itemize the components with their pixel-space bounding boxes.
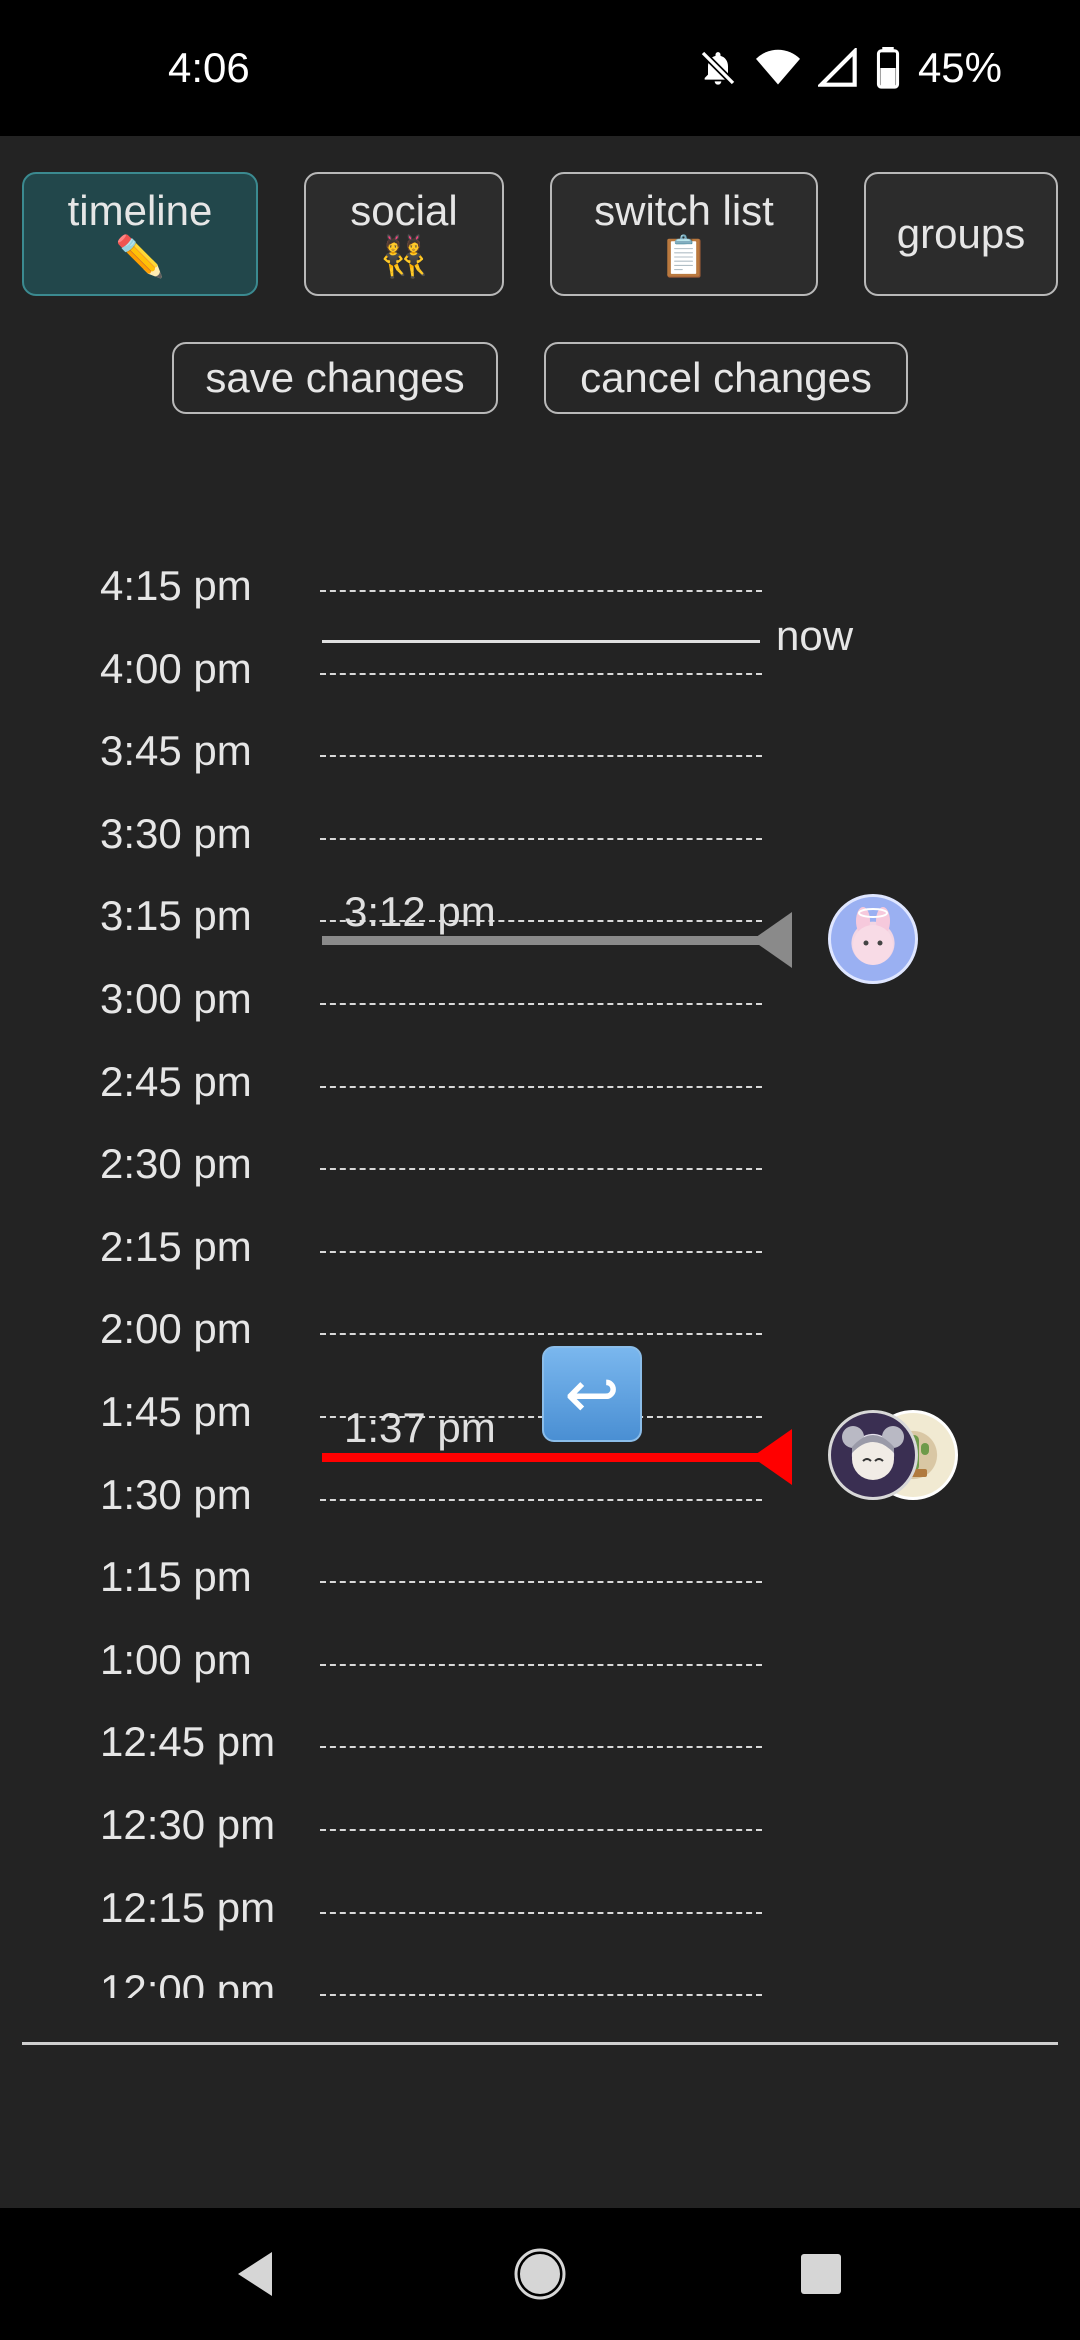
tick-label: 3:30 pm xyxy=(100,810,252,857)
bunny-avatar[interactable] xyxy=(828,894,918,984)
tick-label: 12:30 pm xyxy=(100,1801,276,1848)
switch-line-2[interactable] xyxy=(322,1453,762,1462)
now-label: now xyxy=(776,612,854,659)
tick-label: 1:30 pm xyxy=(100,1471,252,1518)
tick-gridline xyxy=(320,1333,762,1335)
tick-gridline xyxy=(320,673,762,675)
switch-arrow-1 xyxy=(752,912,792,968)
tick-label: 3:45 pm xyxy=(100,727,252,774)
tick-gridline xyxy=(320,1168,762,1170)
switch-arrow-2 xyxy=(752,1429,792,1485)
tick-gridline xyxy=(320,755,762,757)
tick-gridline xyxy=(320,1829,762,1831)
switch-line-1[interactable] xyxy=(322,936,762,945)
switch-time-2: 1:37 pm xyxy=(344,1404,496,1451)
tick-label: 3:15 pm xyxy=(100,892,252,939)
recents-button[interactable] xyxy=(798,2251,844,2297)
home-button[interactable] xyxy=(512,2246,568,2302)
tick-label: 3:00 pm xyxy=(100,975,252,1022)
switch-time-1: 3:12 pm xyxy=(344,888,496,935)
tick-label: 4:00 pm xyxy=(100,645,252,692)
bottom-divider xyxy=(22,2042,1058,2045)
tick-label: 2:00 pm xyxy=(100,1305,252,1352)
navigation-bar xyxy=(0,2208,1080,2340)
mouse-girl-icon xyxy=(842,1426,904,1480)
tick-gridline xyxy=(320,1086,762,1088)
tick-label: 2:45 pm xyxy=(100,1058,252,1105)
tick-label: 12:45 pm xyxy=(100,1718,276,1765)
tick-gridline xyxy=(320,1746,762,1748)
tick-gridline xyxy=(320,1912,762,1914)
mouse-girl-avatar[interactable] xyxy=(828,1410,918,1500)
tick-label: 1:15 pm xyxy=(100,1553,252,1600)
tick-gridline xyxy=(320,1994,762,1996)
tick-label: 4:15 pm xyxy=(100,562,252,609)
tick-label: 1:45 pm xyxy=(100,1388,252,1435)
tick-gridline xyxy=(320,1251,762,1253)
tick-gridline xyxy=(320,1664,762,1666)
tick-gridline xyxy=(320,838,762,840)
tick-gridline xyxy=(320,1581,762,1583)
tick-gridline xyxy=(320,1499,762,1501)
tick-label: 2:30 pm xyxy=(100,1140,252,1187)
tick-gridline xyxy=(320,1003,762,1005)
bunny-icon xyxy=(853,907,893,965)
tick-label: 2:15 pm xyxy=(100,1223,252,1270)
back-button[interactable] xyxy=(232,2248,280,2300)
tick-label: 1:00 pm xyxy=(100,1636,252,1683)
tick-gridline xyxy=(320,590,762,592)
timeline[interactable]: 4:15 pm 4:00 pm 3:45 pm 3:30 pm 3:15 pm 3:00 … xyxy=(0,0,1080,2000)
tick-label: 12:00 pm xyxy=(100,1966,276,1998)
now-line xyxy=(322,640,760,643)
undo-icon[interactable]: ↩ xyxy=(542,1346,642,1442)
tick-label: 12:15 pm xyxy=(100,1884,276,1931)
